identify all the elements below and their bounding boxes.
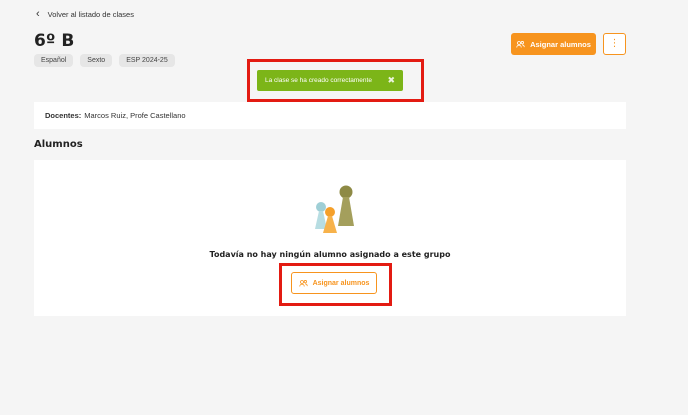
empty-state-message: Todavía no hay ningún alumno asignado a … [209, 250, 451, 259]
assign-students-icon [516, 40, 525, 48]
more-options-button[interactable]: ⋮ [603, 33, 626, 55]
chevron-left-icon: ‹ [36, 8, 40, 20]
students-section-title: Alumnos [34, 139, 83, 150]
tag-language: Español [34, 54, 74, 67]
teachers-value: Marcos Ruiz, Profe Castellano [84, 111, 186, 120]
tag-course: ESP 2024-25 [119, 54, 175, 67]
back-link[interactable]: ‹ Volver al listado de clases [36, 9, 134, 20]
page-title: 6º B [34, 31, 75, 51]
assign-students-label: Asignar alumnos [530, 39, 591, 49]
back-link-label: Volver al listado de clases [47, 10, 134, 19]
assign-students-button[interactable]: Asignar alumnos [511, 33, 596, 55]
teachers-card: Docentes: Marcos Ruiz, Profe Castellano [34, 102, 626, 129]
tag-grade: Sexto [80, 54, 113, 67]
class-tags: Español Sexto ESP 2024-25 [34, 54, 175, 67]
more-vertical-icon: ⋮ [609, 38, 620, 49]
success-toast: La clase se ha creado correctamente ✖ [257, 70, 403, 91]
toast-message: La clase se ha creado correctamente [265, 77, 372, 84]
annotation-box-assign [279, 263, 392, 306]
close-icon[interactable]: ✖ [387, 75, 395, 86]
teachers-label: Docentes: [45, 111, 82, 120]
game-pieces-illustration [315, 185, 354, 233]
